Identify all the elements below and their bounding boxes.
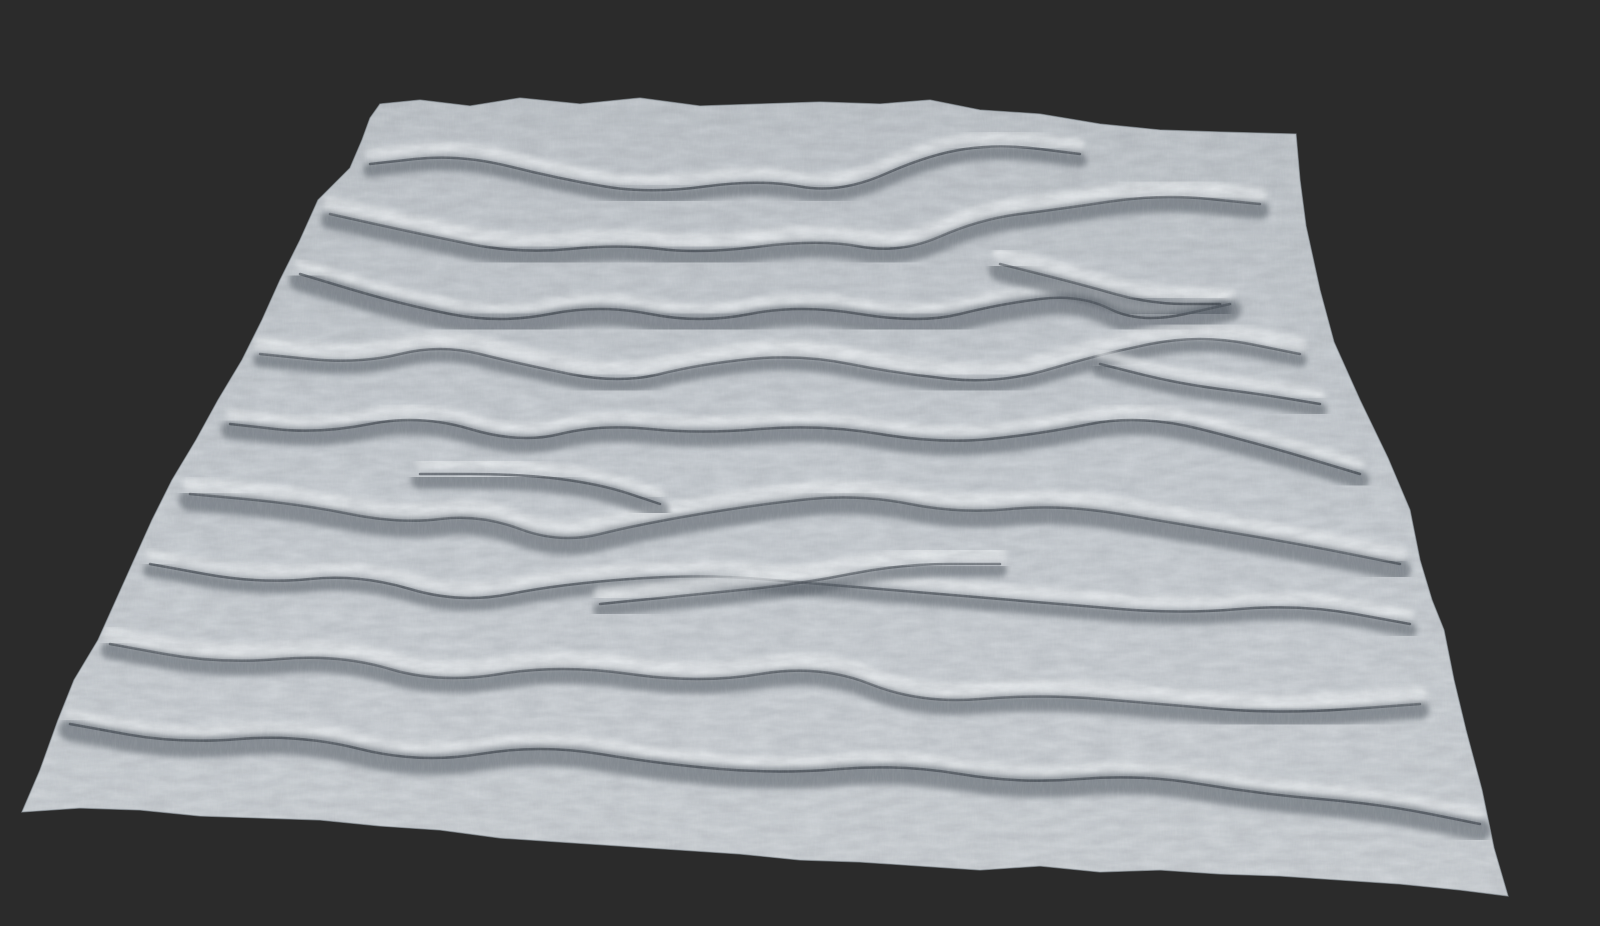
- terrain-mesh-render[interactable]: [0, 0, 1600, 926]
- 3d-viewport[interactable]: [0, 0, 1600, 926]
- terrain-fine-texture: [22, 98, 1508, 896]
- terrain-surface: [22, 98, 1508, 896]
